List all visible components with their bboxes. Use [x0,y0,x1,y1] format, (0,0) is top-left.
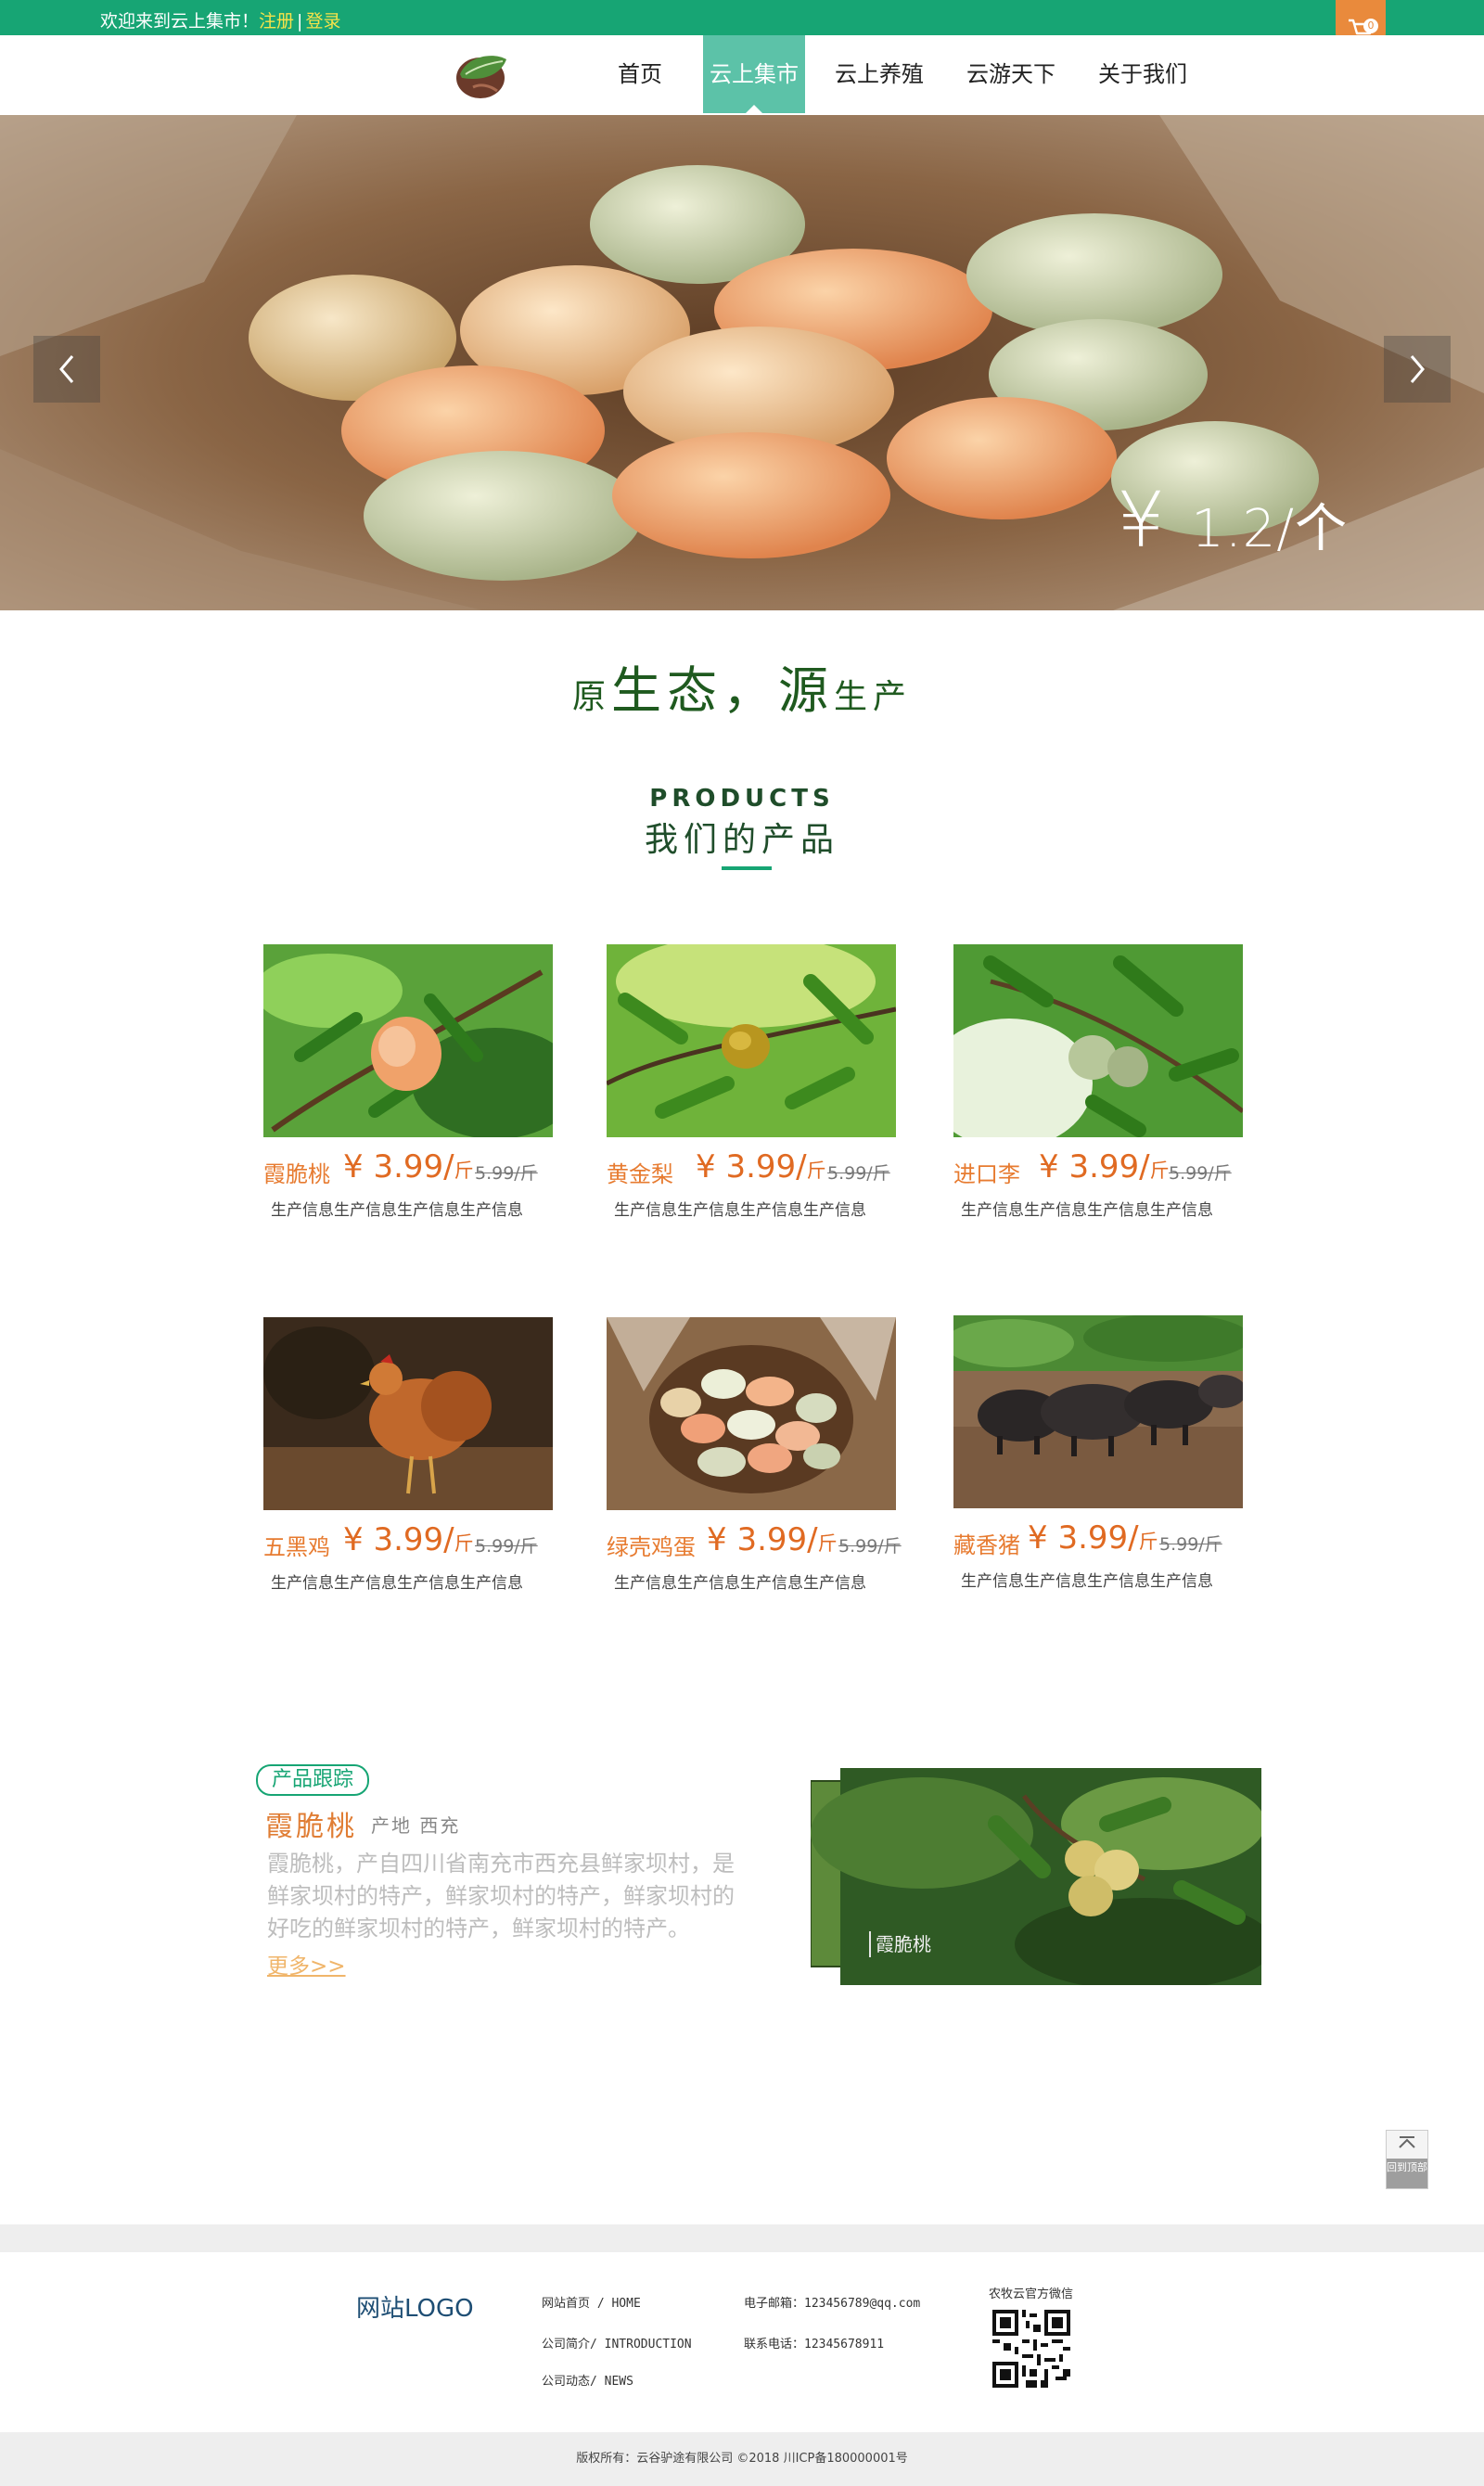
product-price: ¥ 3.99/斤 [343,1521,474,1558]
nav-item-cloud-travel[interactable]: 云游天下 [953,35,1068,113]
wechat-qr-title: 农牧云官方微信 [989,2287,1074,2301]
product-card[interactable]: 五黑鸡 ¥ 3.99/斤 5.99/斤 生产信息生产信息生产信息生产信息 [263,1317,560,1595]
product-card[interactable]: 进口李 ¥ 3.99/斤 5.99/斤 生产信息生产信息生产信息生产信息 [953,944,1250,1223]
tracking-description: 霞脆桃，产自四川省南充市西充县鲜家坝村，是鲜家坝村的特产，鲜家坝村的特产，鲜家坝… [267,1851,735,1941]
product-desc: 生产信息生产信息生产信息生产信息 [271,1201,523,1220]
welcome-text: 欢迎来到云上集市！注册 | 登录 [100,7,340,32]
back-to-top-button[interactable]: 回到顶部 [1386,2130,1428,2189]
footer-link-news[interactable]: 公司动态/ NEWS [542,2371,633,2389]
banner-prev-button[interactable] [33,336,100,403]
product-desc: 生产信息生产信息生产信息生产信息 [614,1201,866,1220]
product-old-price: 5.99/斤 [1169,1163,1232,1184]
product-name: 黄金梨 [607,1161,673,1187]
login-link[interactable]: 登录 [305,11,340,32]
product-price: ¥ 3.99/斤 [707,1521,838,1558]
product-old-price: 5.99/斤 [475,1536,538,1557]
product-desc: 生产信息生产信息生产信息生产信息 [961,1572,1213,1591]
product-name: 绿壳鸡蛋 [607,1534,696,1560]
peach-photo [263,944,553,1137]
product-card[interactable]: 藏香猪 ¥ 3.99/斤 5.99/斤 生产信息生产信息生产信息生产信息 [953,1315,1250,1594]
footer-logo[interactable]: 网站LOGO [356,2289,474,2324]
footer-phone: 联系电话：12345678911 [744,2338,885,2351]
product-desc: 生产信息生产信息生产信息生产信息 [271,1574,523,1593]
tracking-product-origin: 产地 西充 [371,1814,461,1837]
tracking-peach-image: 霞脆桃 [811,1768,1261,1985]
product-name: 进口李 [953,1161,1020,1187]
tracking-product-name: 霞脆桃 [265,1811,357,1843]
footer-link-home[interactable]: 网站首页 / HOME [542,2293,641,2311]
product-desc: 生产信息生产信息生产信息生产信息 [614,1574,866,1593]
product-name: 五黑鸡 [263,1534,330,1560]
register-link[interactable]: 注册 [259,11,294,32]
product-price: ¥ 3.99/斤 [1028,1519,1158,1557]
chevron-left-icon [59,355,74,383]
product-card[interactable]: 黄金梨 ¥ 3.99/斤 5.99/斤 生产信息生产信息生产信息生产信息 [607,944,903,1223]
product-price-value: ¥ 3.99/ [343,1521,454,1558]
product-price-unit: 斤 [1149,1160,1170,1182]
qr-code-icon [992,2310,1070,2388]
product-price-value: ¥ 3.99/ [1039,1148,1150,1185]
product-price-unit: 斤 [454,1160,474,1182]
plum-photo [953,944,1243,1137]
tibetan-pig-photo [953,1315,1243,1508]
product-old-price: 5.99/斤 [838,1536,902,1557]
nav-item-about-us[interactable]: 关于我们 [1085,35,1200,113]
product-old-price: 5.99/斤 [827,1163,890,1184]
arrow-up-icon [1399,2136,1415,2148]
footer-link-introduction[interactable]: 公司简介/ INTRODUCTION [542,2334,692,2351]
product-price: ¥ 3.99/斤 [1039,1148,1170,1185]
welcome-label: 欢迎来到云上集市！ [100,11,260,32]
product-price-unit: 斤 [1138,1531,1158,1553]
footer-email: 电子邮箱：123456789@qq.com [744,2297,921,2311]
header: 首页 云上集市 云上养殖 云游天下 关于我们 [0,35,1484,115]
green-shell-eggs-photo [607,1317,896,1510]
product-old-price: 5.99/斤 [1159,1534,1222,1555]
slogan-part-2: 生态，源 [611,661,834,720]
product-card[interactable]: 霞脆桃 ¥ 3.99/斤 5.99/斤 生产信息生产信息生产信息生产信息 [263,944,560,1223]
site-logo-icon[interactable] [453,46,514,102]
products-title-en: PRODUCTS [649,785,835,813]
product-price-unit: 斤 [806,1160,826,1182]
link-separator: | [297,11,303,32]
product-price-value: ¥ 3.99/ [343,1148,454,1185]
footer: 网站LOGO 网站首页 / HOME 公司简介/ INTRODUCTION 公司… [0,2252,1484,2432]
slogan: 原生态，源生产 [0,649,1484,723]
more-link[interactable]: 更多>> [267,1948,346,1980]
banner-currency: ¥ [1117,477,1167,565]
slogan-part-1: 原 [571,678,611,716]
product-card[interactable]: 绿壳鸡蛋 ¥ 3.99/斤 5.99/斤 生产信息生产信息生产信息生产信息 [607,1317,903,1595]
cart-count-badge: 0 [1363,19,1378,33]
banner-price: ¥ 1.2/个 [1117,477,1348,565]
hero-banner: ¥ 1.2/个 [0,115,1484,610]
product-price: ¥ 3.99/斤 [696,1148,826,1185]
product-name: 藏香猪 [953,1532,1020,1558]
products-title-cn: 我们的产品 [644,821,839,859]
banner-price-value: 1.2/个 [1191,499,1349,559]
chicken-photo [263,1317,553,1510]
product-old-price: 5.99/斤 [475,1163,538,1184]
copyright: 版权所有：云谷驴途有限公司 ©2018 川ICP备180000001号 [0,2432,1484,2486]
chevron-right-icon [1410,355,1425,383]
banner-next-button[interactable] [1384,336,1451,403]
product-price-value: ¥ 3.99/ [1028,1519,1139,1557]
product-price-unit: 斤 [454,1532,474,1555]
nav-item-cloud-market[interactable]: 云上集市 [703,35,805,113]
product-price-value: ¥ 3.99/ [696,1148,807,1185]
pear-photo [607,944,896,1137]
product-tracking-badge: 产品跟踪 [256,1764,369,1796]
products-title-underline [722,866,772,870]
product-desc: 生产信息生产信息生产信息生产信息 [961,1201,1213,1220]
slogan-part-3: 生产 [834,678,913,716]
product-name: 霞脆桃 [263,1161,330,1187]
tracking-image-caption: 霞脆桃 [876,1933,931,1955]
back-to-top-label: 回到顶部 [1387,2159,1427,2188]
footer-divider [0,2224,1484,2252]
product-price-unit: 斤 [817,1532,838,1555]
top-bar: 欢迎来到云上集市！注册 | 登录 0 [0,0,1484,58]
product-price: ¥ 3.99/斤 [343,1148,474,1185]
product-price-value: ¥ 3.99/ [707,1521,818,1558]
nav-item-home[interactable]: 首页 [594,35,686,113]
nav-item-cloud-farming[interactable]: 云上养殖 [822,35,937,113]
